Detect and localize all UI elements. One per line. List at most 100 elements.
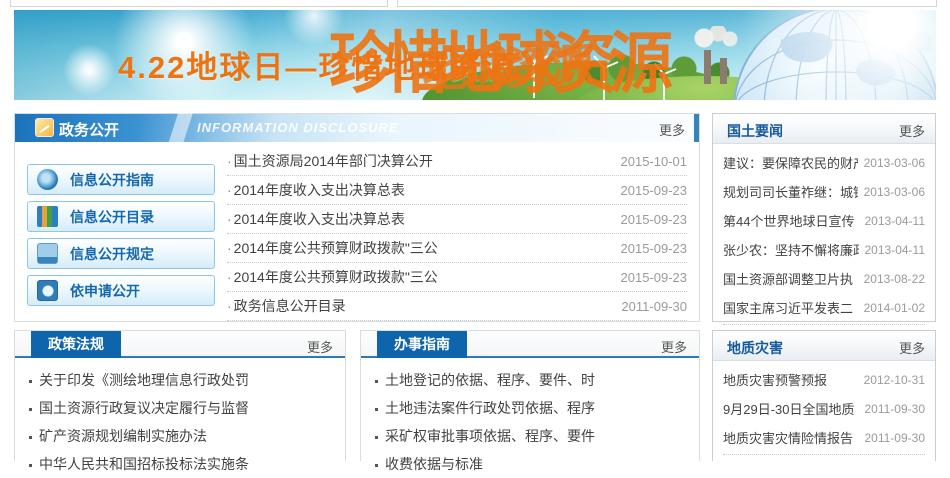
service-guide-more-link[interactable]: 更多	[661, 337, 687, 356]
policies-header: 政策法规 更多	[15, 331, 345, 358]
geo-hazard-list: 地质灾害预警预报 2012-10-31 9月29日-30日全国地质 2011-0…	[713, 361, 935, 452]
disclosure-button-icon	[37, 243, 58, 264]
land-news-header: 国土要闻 更多	[713, 114, 935, 144]
geo-hazard-more-link[interactable]: 更多	[899, 338, 925, 357]
gov-disclosure-panel: 政务公开 INFORMATION DISCLOSURE 更多 信息公开指南 信息…	[14, 113, 700, 322]
news-date: 2015-09-23	[621, 183, 688, 198]
disclosure-button[interactable]: 依申请公开	[27, 275, 215, 306]
geo-hazard-header: 地质灾害 更多	[713, 331, 935, 361]
service-guide-tab[interactable]: 办事指南	[377, 331, 467, 358]
disclosure-button-icon	[37, 280, 58, 301]
disclosure-button[interactable]: 信息公开目录	[27, 201, 215, 232]
disclosure-button[interactable]: 信息公开指南	[27, 164, 215, 195]
news-date: 2011-09-30	[621, 299, 687, 314]
news-row[interactable]: 2014年度公共预算财政拨款"三公 2015-09-23	[227, 234, 687, 263]
news-row[interactable]: 2014年度收入支出决算总表 2015-09-23	[227, 205, 687, 234]
news-row[interactable]: 9月29日-30日全国地质 2011-09-30	[723, 394, 925, 423]
news-title[interactable]: 建议：要保障农民的财产	[723, 153, 858, 172]
header-swoosh	[167, 109, 193, 151]
list-item[interactable]: 土地违法案件行政处罚依据、程序	[375, 394, 687, 422]
policies-panel: 政策法规 更多 关于印发《测绘地理信息行政处罚 国土资源行政复议决定履行与监督 …	[14, 330, 346, 461]
news-date: 2011-09-30	[865, 402, 926, 416]
disclosure-button-list: 信息公开指南 信息公开目录 信息公开规定 依申请公开	[27, 164, 215, 312]
news-row[interactable]: 张少农：坚持不懈将廉政 2013-04-11	[723, 235, 925, 264]
notepad-pencil-icon	[35, 118, 54, 137]
news-title[interactable]: 9月29日-30日全国地质	[723, 399, 854, 418]
news-row[interactable]: 地质灾害预警预报 2012-10-31	[723, 365, 925, 394]
disclosure-news-list: 国土资源局2014年部门决算公开 2015-10-01 2014年度收入支出决算…	[227, 147, 687, 321]
news-title[interactable]: 2014年度公共预算财政拨款"三公	[227, 238, 438, 258]
service-guide-list: 土地登记的依据、程序、要件、时 土地违法案件行政处罚依据、程序 采矿权审批事项依…	[361, 358, 699, 478]
disclosure-button-label: 依申请公开	[70, 281, 140, 301]
news-row[interactable]: 规划司司长董祚继：城镇 2013-03-06	[723, 177, 925, 206]
list-item[interactable]: 矿产资源规划编制实施办法	[29, 422, 333, 450]
list-item[interactable]: 中华人民共和国招标投标法实施条	[29, 450, 333, 478]
policies-tab[interactable]: 政策法规	[31, 331, 121, 358]
news-title[interactable]: 张少农：坚持不懈将廉政	[723, 240, 859, 259]
news-title[interactable]: 2014年度收入支出决算总表	[227, 180, 405, 200]
news-date: 2015-09-23	[621, 270, 688, 285]
disclosure-button-icon	[37, 206, 58, 227]
news-title[interactable]: 地质灾害预警预报	[723, 370, 827, 389]
list-item[interactable]: 收费依据与标准	[375, 450, 687, 478]
news-date: 2015-10-01	[621, 154, 688, 169]
disclosure-button-label: 信息公开指南	[70, 170, 154, 190]
disclosure-button-icon	[37, 169, 58, 190]
list-item[interactable]: 国土资源行政复议决定履行与监督	[29, 394, 333, 422]
dotted-divider	[723, 324, 925, 325]
dotted-divider	[723, 454, 925, 455]
news-date: 2013-03-06	[864, 185, 925, 199]
news-title[interactable]: 国土资源局2014年部门决算公开	[227, 151, 433, 171]
service-guide-header: 办事指南 更多	[361, 331, 699, 358]
service-guide-panel: 办事指南 更多 土地登记的依据、程序、要件、时 土地违法案件行政处罚依据、程序 …	[360, 330, 700, 461]
news-date: 2013-04-11	[865, 214, 926, 228]
disclosure-button-label: 信息公开目录	[70, 207, 154, 227]
land-news-panel: 国土要闻 更多 建议：要保障农民的财产 2013-03-06 规划司司长董祚继：…	[712, 113, 936, 322]
news-row[interactable]: 2014年度收入支出决算总表 2015-09-23	[227, 176, 687, 205]
news-title[interactable]: 地质灾害灾情险情报告	[723, 428, 853, 447]
news-date: 2014-01-02	[864, 301, 925, 315]
news-row[interactable]: 政务信息公开目录 2011-09-30	[227, 292, 687, 321]
news-date: 2013-08-22	[864, 272, 925, 286]
cutoff-box-left	[10, 0, 388, 7]
news-date: 2011-09-30	[865, 431, 926, 445]
policies-list: 关于印发《测绘地理信息行政处罚 国土资源行政复议决定履行与监督 矿产资源规划编制…	[15, 358, 345, 478]
news-title[interactable]: 2014年度收入支出决算总表	[227, 209, 405, 229]
news-date: 2015-09-23	[621, 241, 688, 256]
geo-hazard-title[interactable]: 地质灾害	[727, 338, 783, 358]
cutoff-box-right	[397, 0, 937, 7]
list-item[interactable]: 关于印发《测绘地理信息行政处罚	[29, 366, 333, 394]
disclosure-button-label: 信息公开规定	[70, 244, 154, 264]
news-row[interactable]: 国家主席习近平发表二 2014-01-02	[723, 293, 925, 322]
news-date: 2012-10-31	[864, 373, 925, 387]
news-date: 2013-04-11	[865, 243, 926, 257]
list-item[interactable]: 采矿权审批事项依据、程序、要件	[375, 422, 687, 450]
news-title[interactable]: 政务信息公开目录	[227, 296, 346, 316]
news-row[interactable]: 建议：要保障农民的财产 2013-03-06	[723, 148, 925, 177]
news-row[interactable]: 国土资源部调整卫片执 2013-08-22	[723, 264, 925, 293]
news-title[interactable]: 国家主席习近平发表二	[723, 298, 853, 317]
land-news-title[interactable]: 国土要闻	[727, 121, 783, 141]
news-row[interactable]: 2014年度公共预算财政拨款"三公 2015-09-23	[227, 263, 687, 292]
news-title[interactable]: 第44个世界地球日宣传	[723, 211, 854, 230]
news-row[interactable]: 第44个世界地球日宣传 2013-04-11	[723, 206, 925, 235]
news-row[interactable]: 国土资源局2014年部门决算公开 2015-10-01	[227, 147, 687, 176]
news-row[interactable]: 地质灾害灾情险情报告 2011-09-30	[723, 423, 925, 452]
geo-hazard-panel: 地质灾害 更多 地质灾害预警预报 2012-10-31 9月29日-30日全国地…	[712, 330, 936, 461]
land-news-list: 建议：要保障农民的财产 2013-03-06 规划司司长董祚继：城镇 2013-…	[713, 144, 935, 322]
list-item[interactable]: 土地登记的依据、程序、要件、时	[375, 366, 687, 394]
gov-disclosure-more-link[interactable]: 更多	[659, 120, 685, 139]
news-title[interactable]: 国土资源部调整卫片执	[723, 269, 853, 288]
gov-disclosure-subtitle: INFORMATION DISCLOSURE	[197, 120, 399, 135]
news-date: 2013-03-06	[864, 156, 925, 170]
gov-disclosure-header: 政务公开 INFORMATION DISCLOSURE 更多	[15, 114, 699, 142]
land-news-more-link[interactable]: 更多	[899, 121, 925, 140]
news-title[interactable]: 2014年度公共预算财政拨款"三公	[227, 267, 438, 287]
policies-more-link[interactable]: 更多	[307, 337, 333, 356]
news-date: 2015-09-23	[621, 212, 688, 227]
gov-disclosure-title: 政务公开	[59, 119, 119, 140]
banner-headline-overlay-2: 地球资源	[421, 29, 591, 100]
earth-day-banner[interactable]: 4.22地球日—珍惜地球资源 珍惜地球资源 地球资源	[14, 10, 936, 100]
news-title[interactable]: 规划司司长董祚继：城镇	[723, 182, 858, 201]
disclosure-button[interactable]: 信息公开规定	[27, 238, 215, 269]
